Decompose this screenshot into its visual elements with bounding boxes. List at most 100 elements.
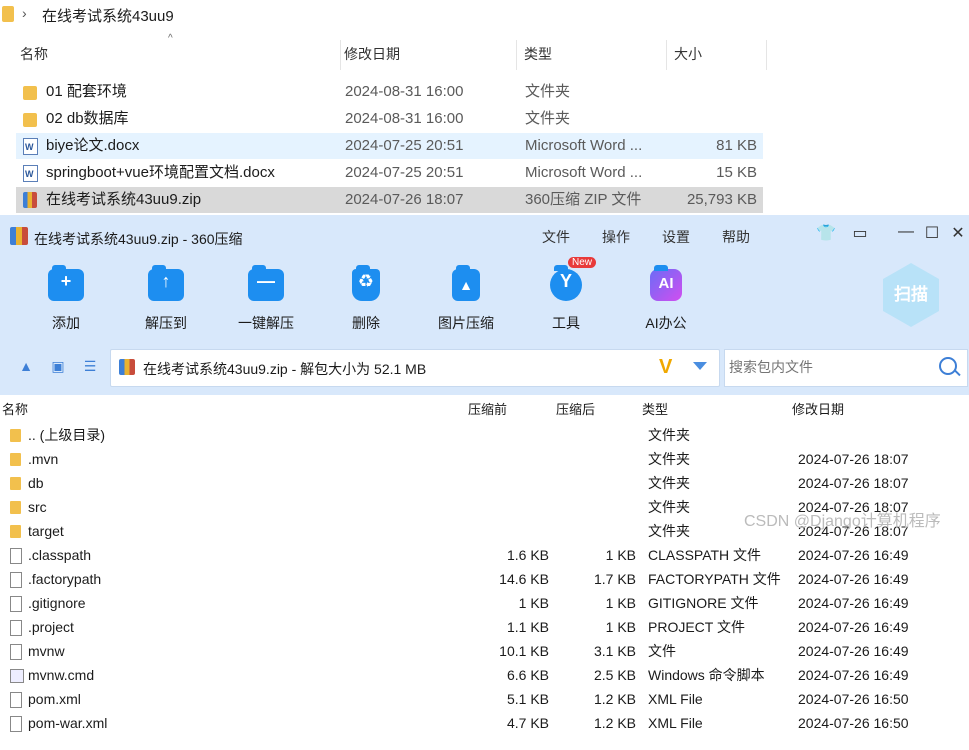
address-bar[interactable]: › 在线考试系统43uu9 bbox=[0, 0, 969, 30]
watermark: CSDN @Django计算机程序 bbox=[744, 513, 941, 530]
word-document-icon bbox=[23, 134, 38, 160]
file-icon bbox=[10, 548, 22, 564]
entry-name: pom.xml bbox=[28, 691, 81, 707]
menu-operation[interactable]: 操作 bbox=[602, 227, 630, 247]
folder-icon bbox=[2, 6, 14, 22]
up-arrow-icon[interactable]: ▲ bbox=[17, 358, 35, 376]
archive-row[interactable]: .gitignore 1 KB 1 KB GITIGNORE 文件 2024-07-26… bbox=[0, 591, 969, 615]
tools-label: 工具 bbox=[552, 315, 580, 331]
entry-type: 文件夹 bbox=[648, 451, 690, 467]
feedback-icon[interactable]: ▭ bbox=[850, 223, 870, 243]
one-click-extract-button[interactable]: — 一键解压 bbox=[226, 263, 306, 333]
file-date: 2024-07-26 18:07 bbox=[345, 191, 464, 208]
ai-office-button[interactable]: AI AI办公 bbox=[626, 263, 706, 333]
entry-date: 2024-07-26 16:49 bbox=[798, 571, 909, 587]
entry-date: 2024-07-26 16:49 bbox=[798, 595, 909, 611]
entry-type: PROJECT 文件 bbox=[648, 619, 745, 635]
delete-button[interactable]: ♻ 删除 bbox=[326, 263, 406, 333]
entry-size-before: 10.1 KB bbox=[499, 643, 549, 659]
explorer-row[interactable]: biye论文.docx 2024-07-25 20:51 Microsoft Wor… bbox=[16, 133, 763, 160]
scrollbar[interactable] bbox=[944, 399, 969, 750]
archive-row[interactable]: mvnw.cmd 6.6 KB 2.5 KB Windows 命令脚本 2024-07-… bbox=[0, 663, 969, 687]
menu-settings[interactable]: 设置 bbox=[662, 227, 690, 247]
file-type: 文件夹 bbox=[525, 83, 571, 100]
v-logo-icon[interactable]: V bbox=[659, 356, 672, 379]
column-header-type[interactable]: 类型 bbox=[642, 399, 668, 421]
explorer-row[interactable]: 在线考试系统43uu9.zip 2024-07-26 18:07 360压缩 ZIP… bbox=[16, 187, 763, 213]
chevron-right-icon[interactable]: › bbox=[22, 5, 27, 21]
image-compress-button[interactable]: ▲ 图片压缩 bbox=[426, 263, 506, 333]
file-type: 360压缩 ZIP 文件 bbox=[525, 191, 642, 208]
archive-row[interactable]: .mvn 文件夹 2024-07-26 18:07 bbox=[0, 447, 969, 471]
entry-size-after: 1 KB bbox=[605, 595, 636, 611]
archive-row[interactable]: .classpath 1.6 KB 1 KB CLASSPATH 文件 2024-07-… bbox=[0, 543, 969, 567]
file-size: 25,793 KB bbox=[686, 191, 757, 208]
extract-to-button[interactable]: ↑ 解压到 bbox=[126, 263, 206, 333]
archive-row[interactable]: .factorypath 14.6 KB 1.7 KB FACTORYPATH 文件 2… bbox=[0, 567, 969, 591]
entry-size-before: 1.6 KB bbox=[506, 547, 549, 563]
column-header-type[interactable]: 类型 bbox=[518, 40, 667, 70]
entry-size-before: 1.1 KB bbox=[506, 619, 549, 635]
archive-path-box[interactable]: 在线考试系统43uu9.zip - 解包大小为 52.1 MB V bbox=[110, 349, 720, 387]
file-date: 2024-07-25 20:51 bbox=[345, 164, 464, 181]
folder-icon bbox=[10, 429, 21, 442]
column-header-name[interactable]: 名称 bbox=[2, 399, 28, 421]
entry-size-after: 1.7 KB bbox=[593, 571, 636, 587]
entry-date: 2024-07-26 16:50 bbox=[798, 691, 909, 707]
column-header-size[interactable]: 大小 bbox=[668, 40, 767, 70]
entry-type: 文件夹 bbox=[648, 475, 690, 491]
list-view-icon[interactable]: ☰ bbox=[81, 358, 99, 376]
one-click-extract-label: 一键解压 bbox=[238, 315, 294, 331]
skin-shirt-icon[interactable]: 👕 bbox=[816, 223, 836, 243]
entry-type: 文件夹 bbox=[648, 523, 690, 539]
dropdown-arrow-icon[interactable] bbox=[693, 362, 707, 370]
file-icon bbox=[10, 620, 22, 636]
entry-size-after: 1.2 KB bbox=[593, 715, 636, 731]
explorer-row[interactable]: 01 配套环境 2024-08-31 16:00 文件夹 bbox=[16, 79, 763, 105]
entry-name: .gitignore bbox=[28, 595, 86, 611]
entry-date: 2024-07-26 18:07 bbox=[798, 451, 909, 467]
search-icon[interactable] bbox=[939, 357, 957, 375]
menu-file[interactable]: 文件 bbox=[542, 227, 570, 247]
archive-row[interactable]: db 文件夹 2024-07-26 18:07 bbox=[0, 471, 969, 495]
minimize-icon[interactable]: — bbox=[896, 223, 916, 241]
close-icon[interactable]: ✕ bbox=[948, 223, 968, 243]
file-icon bbox=[10, 572, 22, 588]
file-type: 文件夹 bbox=[525, 110, 571, 127]
column-header-name[interactable]: 名称 bbox=[16, 40, 341, 70]
archive-row[interactable]: pom-war.xml 4.7 KB 1.2 KB XML File 2024-07-2… bbox=[0, 711, 969, 735]
breadcrumb[interactable]: 在线考试系统43uu9 bbox=[42, 5, 174, 26]
entry-name: mvnw bbox=[28, 643, 65, 659]
explorer-row[interactable]: 02 db数据库 2024-08-31 16:00 文件夹 bbox=[16, 106, 763, 132]
thumbnail-view-icon[interactable]: ▣ bbox=[49, 358, 67, 376]
entry-name: src bbox=[28, 499, 47, 515]
tools-button[interactable]: Y 工具 bbox=[526, 263, 606, 333]
entry-date: 2024-07-26 18:07 bbox=[798, 475, 909, 491]
entry-size-before: 4.7 KB bbox=[506, 715, 549, 731]
column-header-modified[interactable]: 修改日期 bbox=[338, 40, 517, 70]
add-button[interactable]: + 添加 bbox=[26, 263, 106, 333]
entry-date: 2024-07-26 16:49 bbox=[798, 667, 909, 683]
maximize-icon[interactable]: ☐ bbox=[922, 223, 942, 243]
entry-size-after: 3.1 KB bbox=[593, 643, 636, 659]
entry-size-before: 6.6 KB bbox=[506, 667, 549, 683]
column-header-modified[interactable]: 修改日期 bbox=[792, 399, 844, 421]
explorer-row[interactable]: springboot+vue环境配置文档.docx 2024-07-25 20:5… bbox=[16, 160, 763, 187]
script-icon bbox=[10, 669, 24, 683]
file-type: Microsoft Word ... bbox=[525, 137, 643, 154]
entry-date: 2024-07-26 16:49 bbox=[798, 619, 909, 635]
search-input[interactable] bbox=[727, 358, 931, 376]
column-header-compressed-before[interactable]: 压缩前 bbox=[468, 399, 507, 421]
archive-row[interactable]: pom.xml 5.1 KB 1.2 KB XML File 2024-07-26 16… bbox=[0, 687, 969, 711]
file-icon bbox=[10, 716, 22, 732]
archive-row[interactable]: .project 1.1 KB 1 KB PROJECT 文件 2024-07-26 1… bbox=[0, 615, 969, 639]
entry-type: Windows 命令脚本 bbox=[648, 667, 765, 683]
menu-help[interactable]: 帮助 bbox=[722, 227, 750, 247]
folder-icon bbox=[10, 525, 21, 538]
add-label: 添加 bbox=[52, 315, 80, 331]
extract-to-label: 解压到 bbox=[145, 315, 187, 331]
archive-row[interactable]: mvnw 10.1 KB 3.1 KB 文件 2024-07-26 16:49 bbox=[0, 639, 969, 663]
column-header-compressed-after[interactable]: 压缩后 bbox=[556, 399, 595, 421]
archive-row[interactable]: .. (上级目录) 文件夹 bbox=[0, 423, 969, 447]
file-name: 02 db数据库 bbox=[46, 110, 129, 127]
